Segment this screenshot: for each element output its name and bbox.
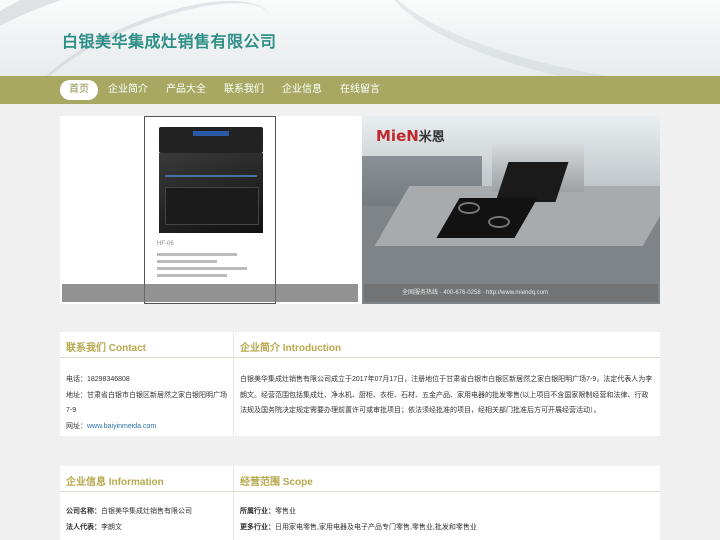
banner-carousel: HF-06 MieN米恩 全国服务热线 · 400-676-0258 · htt… (60, 116, 660, 304)
industry-label: 所属行业： (240, 508, 275, 515)
info-company-row: 公司名称：白银美华集成灶销售有限公司 (66, 504, 230, 520)
intro-card: 企业简介 Introduction 白银美华集成灶销售有限公司成立于2017年0… (234, 332, 660, 436)
product-image: HF-06 (144, 116, 276, 304)
site-title[interactable]: 白银美华集成灶销售有限公司 (62, 28, 277, 52)
contact-card: 联系我们 Contact 电话：18298346808 地址：甘肃省白银市白银区… (60, 332, 234, 436)
legal-value: 李朗文 (101, 523, 122, 531)
banner-slide-kitchen[interactable]: MieN米恩 全国服务热线 · 400-676-0258 · http://ww… (362, 116, 660, 304)
company-value: 白银美华集成灶销售有限公司 (101, 508, 192, 515)
contact-title: 联系我们 Contact (66, 343, 146, 354)
burner-graphic (458, 202, 480, 214)
nav-item-message[interactable]: 在线留言 (334, 80, 386, 100)
scope-details: 所属行业：零售业 更多行业：日用家电零售,家用电器及电子产品专门零售,零售业,批… (240, 504, 654, 535)
intro-text: 白银美华集成灶销售有限公司成立于2017年07月17日，注册地位于甘肃省白银市白… (240, 376, 653, 414)
contact-details: 电话：18298346808 地址：甘肃省白银市白银区新居然之家白银阳明广场7-… (66, 372, 230, 434)
contact-website-row: 网址：www.baiyinmeida.com (66, 419, 230, 435)
website-label: 网址： (66, 422, 87, 430)
cabinet-graphic (159, 153, 263, 233)
contact-phone-row: 电话：18298346808 (66, 372, 230, 388)
address-value: 甘肃省白银市白银区新居然之家白银阳明广场7-9 (66, 391, 227, 415)
nav-item-intro[interactable]: 企业简介 (102, 80, 154, 100)
brand-logo-text: MieN (376, 127, 419, 145)
legal-label: 法人代表： (66, 523, 101, 531)
intro-title: 企业简介 Introduction (240, 343, 342, 354)
burner-graphic (488, 216, 510, 228)
slide-caption-bar (62, 284, 358, 302)
header-swoosh-decoration (370, 0, 720, 76)
info-legal-row: 法人代表：李朗文 (66, 520, 230, 536)
phone-value: 18298346808 (87, 376, 130, 383)
main-nav: 首页 企业简介 产品大全 联系我们 企业信息 在线留言 (0, 76, 720, 104)
nav-item-home[interactable]: 首页 (60, 80, 98, 100)
brand-logo-cn: 米恩 (418, 130, 445, 145)
nav-item-info[interactable]: 企业信息 (276, 80, 328, 100)
scope-card-header: 经营范围 Scope (234, 466, 660, 492)
info-card-header: 企业信息 Information (60, 466, 234, 492)
nav-item-contact[interactable]: 联系我们 (218, 80, 270, 100)
site-header: 白银美华集成灶销售有限公司 (0, 0, 720, 76)
scope-card: 经营范围 Scope 所属行业：零售业 更多行业：日用家电零售,家用电器及电子产… (234, 466, 660, 540)
company-label: 公司名称： (66, 508, 101, 515)
address-label: 地址： (66, 391, 87, 399)
scope-industry-row: 所属行业：零售业 (240, 504, 654, 520)
nav-item-products[interactable]: 产品大全 (160, 80, 212, 100)
scope-more-row: 更多行业：日用家电零售,家用电器及电子产品专门零售,零售业,批发和零售业 (240, 520, 654, 536)
service-hotline: 全国服务热线 · 400-676-0258 · http://www.miend… (402, 290, 549, 296)
info-title: 企业信息 Information (66, 477, 164, 488)
brand-logo: MieN米恩 (376, 126, 445, 145)
hood-graphic (159, 127, 263, 153)
banner-slide-product[interactable]: HF-06 (60, 116, 360, 304)
contact-card-header: 联系我们 Contact (60, 332, 234, 358)
spec-lines (157, 253, 257, 281)
scope-title: 经营范围 Scope (240, 477, 313, 488)
more-industry-label: 更多行业： (240, 523, 275, 531)
product-model: HF-06 (157, 241, 174, 247)
more-industry-value: 日用家电零售,家用电器及电子产品专门零售,零售业,批发和零售业 (275, 523, 477, 531)
intro-card-header: 企业简介 Introduction (234, 332, 660, 358)
info-card: 企业信息 Information 公司名称：白银美华集成灶销售有限公司 法人代表… (60, 466, 234, 540)
industry-value: 零售业 (275, 508, 296, 515)
contact-address-row: 地址：甘肃省白银市白银区新居然之家白银阳明广场7-9 (66, 388, 230, 419)
website-link[interactable]: www.baiyinmeida.com (87, 423, 156, 430)
info-details: 公司名称：白银美华集成灶销售有限公司 法人代表：李朗文 (66, 504, 230, 535)
phone-label: 电话： (66, 376, 87, 383)
